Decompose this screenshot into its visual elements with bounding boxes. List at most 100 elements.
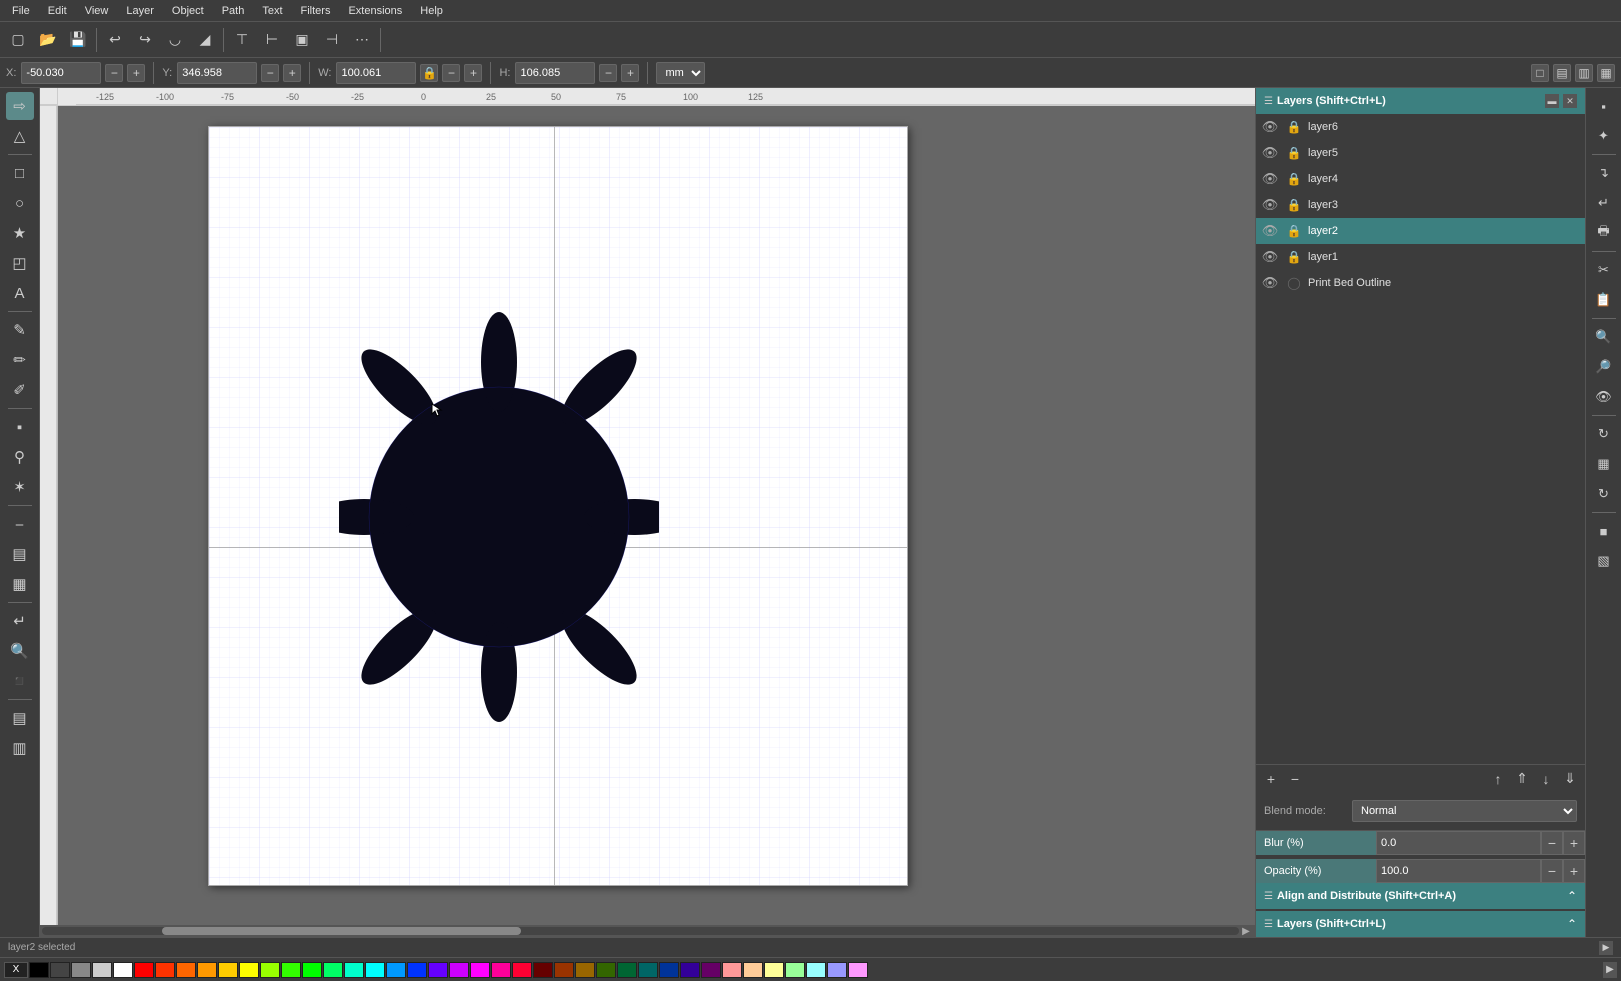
undo-button[interactable]: ↩ (101, 26, 129, 54)
y-minus-button[interactable]: − (261, 64, 279, 82)
print-bed-lock-toggle[interactable]: ◯ (1284, 273, 1304, 293)
connector-tool[interactable]: ⎯ (6, 510, 34, 538)
color-swatch-teal[interactable] (344, 962, 364, 978)
color-swatch-brown[interactable] (554, 962, 574, 978)
color-swatch-light-green[interactable] (785, 962, 805, 978)
open-button[interactable]: 📂 (34, 26, 62, 54)
lock-ratio-button[interactable]: 🔒 (420, 64, 438, 82)
menu-edit[interactable]: Edit (40, 3, 75, 19)
x-plus-button[interactable]: + (127, 64, 145, 82)
y-input[interactable] (177, 62, 257, 84)
paint-bucket-tool[interactable]: ▪ (6, 413, 34, 441)
color-swatch-lavender[interactable] (827, 962, 847, 978)
rotate-cw-button[interactable]: ↻ (1590, 420, 1618, 448)
remove-layer-button[interactable]: − (1284, 768, 1306, 790)
align-top-button[interactable]: ⊤ (228, 26, 256, 54)
layer2-lock-toggle[interactable]: 🔒 (1284, 221, 1304, 241)
menu-text[interactable]: Text (254, 3, 290, 19)
snap-btn-4[interactable]: ▦ (1597, 64, 1615, 82)
layer6-visibility-toggle[interactable]: 👁 (1260, 117, 1280, 137)
snap-btn-1[interactable]: □ (1531, 64, 1549, 82)
align-distribute-header[interactable]: ☰ Align and Distribute (Shift+Ctrl+A) ⌃ (1256, 883, 1585, 909)
zoom-in-button[interactable]: 🔍 (1590, 323, 1618, 351)
color-swatch-dark-cyan[interactable] (638, 962, 658, 978)
color-swatch-forest[interactable] (617, 962, 637, 978)
zoom-out-button[interactable]: 🔎 (1590, 353, 1618, 381)
layer-row-layer2[interactable]: 👁 🔒 layer2 (1256, 218, 1585, 244)
save-button[interactable]: 💾 (64, 26, 92, 54)
pen-tool[interactable]: ✎ (6, 316, 34, 344)
print-bed-visibility-toggle[interactable]: 👁 (1260, 273, 1280, 293)
color-swatch-light-pink[interactable] (722, 962, 742, 978)
palette-scroll-button[interactable]: ▶ (1603, 962, 1617, 978)
color-swatch-magenta[interactable] (470, 962, 490, 978)
color-swatch-peach[interactable] (743, 962, 763, 978)
menu-layer[interactable]: Layer (118, 3, 162, 19)
blur-minus-button[interactable]: − (1541, 831, 1563, 855)
color-swatch-navy[interactable] (659, 962, 679, 978)
color-swatch-black[interactable] (29, 962, 49, 978)
snap-btn-2[interactable]: ▤ (1553, 64, 1571, 82)
layer3-visibility-toggle[interactable]: 👁 (1260, 195, 1280, 215)
print-button[interactable]: 🖶 (1590, 219, 1618, 247)
color-swatch-light-yellow[interactable] (764, 962, 784, 978)
node2-tool[interactable]: ▤ (6, 704, 34, 732)
layer3-lock-toggle[interactable]: 🔒 (1284, 195, 1304, 215)
calligraphy-tool[interactable]: ✐ (6, 376, 34, 404)
new-button[interactable]: ▢ (4, 26, 32, 54)
pencil-tool[interactable]: ✏ (6, 346, 34, 374)
add-layer-button[interactable]: + (1260, 768, 1282, 790)
color-swatch-spring[interactable] (323, 962, 343, 978)
layer-row-print-bed[interactable]: 👁 ◯ Print Bed Outline (1256, 270, 1585, 296)
select-tool[interactable]: ⇨ (6, 92, 34, 120)
x-input[interactable] (21, 62, 101, 84)
color-swatch-lime[interactable] (281, 962, 301, 978)
layer-down-button[interactable]: ↓ (1535, 768, 1557, 790)
zoom-fit-button[interactable]: 👁 (1590, 383, 1618, 411)
measure-tool[interactable]: ↵ (6, 607, 34, 635)
h-minus-button[interactable]: − (599, 64, 617, 82)
blur-plus-button[interactable]: + (1563, 831, 1585, 855)
color-swatch-blue[interactable] (407, 962, 427, 978)
redo-button[interactable]: ↪ (131, 26, 159, 54)
drawing-canvas[interactable] (208, 126, 908, 886)
opacity-input[interactable] (1376, 859, 1541, 883)
color-swatch-sky[interactable] (386, 962, 406, 978)
color-swatch-darkgray[interactable] (50, 962, 70, 978)
scroll-end-button[interactable]: ▶ (1239, 925, 1253, 937)
blend-mode-select[interactable]: Normal Multiply Screen Overlay (1352, 800, 1577, 822)
color-swatch-red[interactable] (134, 962, 154, 978)
menu-view[interactable]: View (77, 3, 117, 19)
w-input[interactable] (336, 62, 416, 84)
layer1-visibility-toggle[interactable]: 👁 (1260, 247, 1280, 267)
paste-button[interactable]: ◢ (191, 26, 219, 54)
layer1-lock-toggle[interactable]: 🔒 (1284, 247, 1304, 267)
menu-filters[interactable]: Filters (293, 3, 339, 19)
layer-row-layer3[interactable]: 👁 🔒 layer3 (1256, 192, 1585, 218)
layer6-lock-toggle[interactable]: 🔒 (1284, 117, 1304, 137)
opacity-minus-button[interactable]: − (1541, 859, 1563, 883)
h-input[interactable] (515, 62, 595, 84)
copy-button[interactable]: ◡ (161, 26, 189, 54)
layer-row-layer6[interactable]: 👁 🔒 layer6 (1256, 114, 1585, 140)
align-center-button[interactable]: ▣ (288, 26, 316, 54)
color-swatch-dark-green[interactable] (596, 962, 616, 978)
layer4-lock-toggle[interactable]: 🔒 (1284, 169, 1304, 189)
panel-close-button[interactable]: ✕ (1563, 94, 1577, 108)
color-swatch-gray[interactable] (71, 962, 91, 978)
menu-help[interactable]: Help (412, 3, 451, 19)
paste2-button[interactable]: 📋 (1590, 286, 1618, 314)
align-right-button[interactable]: ⊣ (318, 26, 346, 54)
no-color-button[interactable]: X (4, 962, 28, 978)
bug-shape[interactable] (339, 287, 659, 727)
mesh-tool[interactable]: ▦ (6, 570, 34, 598)
3d-box-tool[interactable]: ◰ (6, 249, 34, 277)
layer2-visibility-toggle[interactable]: 👁 (1260, 221, 1280, 241)
rotate-ccw-button[interactable]: ↻ (1590, 480, 1618, 508)
w-minus-button[interactable]: − (442, 64, 460, 82)
color-swatch-white[interactable] (113, 962, 133, 978)
spray-tool[interactable]: ✶ (6, 473, 34, 501)
import-button[interactable]: ↵ (1590, 189, 1618, 217)
menu-path[interactable]: Path (214, 3, 253, 19)
menu-extensions[interactable]: Extensions (340, 3, 410, 19)
